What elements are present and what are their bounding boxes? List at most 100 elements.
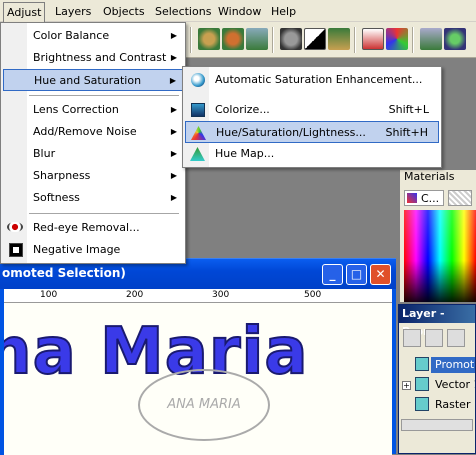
- menu-item-label: Lens Correction: [33, 103, 119, 116]
- toolbar: [180, 22, 476, 58]
- menu-item-hue-map[interactable]: Hue Map...: [185, 143, 439, 165]
- menu-item-hue-saturation-lightness[interactable]: Hue/Saturation/Lightness... Shift+H: [185, 121, 439, 143]
- menu-item-hue-saturation[interactable]: Hue and Saturation ▶: [3, 69, 183, 91]
- menu-item-sharpness[interactable]: Sharpness ▶: [3, 165, 183, 187]
- hue-map-icon: [190, 147, 205, 161]
- layer-row-vector[interactable]: Vector 1: [431, 377, 475, 393]
- histogram-icon[interactable]: [362, 28, 384, 50]
- menu-selections[interactable]: Selections: [152, 4, 214, 19]
- layers-scrollbar[interactable]: [401, 419, 473, 431]
- image-canvas[interactable]: na Maria ANA MARIA: [4, 303, 392, 455]
- menu-separator: [29, 213, 179, 214]
- layers-panel: Layer - Promo Promoted + Vector 1 Raster…: [398, 304, 476, 454]
- menu-item-label: Blur: [33, 147, 56, 160]
- menu-item-label: Red-eye Removal...: [33, 221, 140, 234]
- submenu-arrow-icon: ▶: [170, 193, 177, 202]
- menu-item-softness[interactable]: Softness ▶: [3, 187, 183, 209]
- submenu-arrow-icon: ▶: [169, 76, 176, 85]
- menu-item-label: Hue/Saturation/Lightness...: [216, 126, 366, 139]
- adjust-photo-icon[interactable]: [328, 28, 350, 50]
- watermark: ANA MARIA: [138, 369, 270, 441]
- materials-tab-label: C...: [421, 192, 440, 205]
- menu-item-red-eye-removal[interactable]: Red-eye Removal...: [3, 217, 183, 239]
- shortcut-label: Shift+L: [388, 103, 429, 116]
- toolbar-separator: [412, 27, 414, 53]
- art-text: na Maria: [4, 314, 309, 390]
- menu-item-label: Negative Image: [33, 243, 121, 256]
- ruler-tick: 100: [40, 290, 58, 300]
- materials-panel: Materials C...: [400, 170, 476, 302]
- menu-item-label: Color Balance: [33, 29, 110, 42]
- landscape-icon[interactable]: [246, 28, 268, 50]
- hue-icon[interactable]: [386, 28, 408, 50]
- new-layer-icon[interactable]: [403, 329, 421, 347]
- menu-item-blur[interactable]: Blur ▶: [3, 143, 183, 165]
- expand-icon[interactable]: +: [402, 381, 411, 390]
- menu-help[interactable]: Help: [268, 4, 299, 19]
- layer-group-icon[interactable]: [425, 329, 443, 347]
- colorize-icon: [191, 103, 205, 117]
- toolbar-separator: [190, 27, 192, 53]
- portrait-icon[interactable]: [198, 28, 220, 50]
- menu-item-label: Brightness and Contrast: [33, 51, 167, 64]
- menu-objects[interactable]: Objects: [100, 4, 148, 19]
- menu-item-colorize[interactable]: Colorize... Shift+L: [185, 99, 439, 121]
- menu-window[interactable]: Window: [215, 4, 264, 19]
- hue-saturation-submenu: Automatic Saturation Enhancement... Colo…: [182, 66, 442, 168]
- menu-item-label: Automatic Saturation Enhancement...: [215, 73, 423, 86]
- submenu-arrow-icon: ▶: [170, 105, 177, 114]
- eye-icon: [7, 222, 23, 232]
- adjust-menu: Color Balance ▶ Brightness and Contrast ▶ …: [0, 22, 186, 264]
- menu-item-label: Hue Map...: [215, 147, 275, 160]
- toolbar-separator: [272, 27, 274, 53]
- ruler-tick: 200: [126, 290, 144, 300]
- swatches-tab[interactable]: [448, 190, 472, 206]
- menu-item-label: Add/Remove Noise: [33, 125, 137, 138]
- horizontal-ruler: 100 200 300 500: [4, 289, 392, 303]
- materials-title: Materials: [400, 170, 476, 184]
- menu-item-color-balance[interactable]: Color Balance ▶: [3, 25, 183, 47]
- auto-saturation-icon: [191, 73, 205, 87]
- effect-icon[interactable]: [444, 28, 466, 50]
- menu-separator: [29, 95, 179, 96]
- layer-thumb-icon: [415, 377, 429, 391]
- menu-item-label: Hue and Saturation: [34, 74, 142, 87]
- menu-item-negative-image[interactable]: Negative Image: [3, 239, 183, 261]
- grayscale-icon[interactable]: [280, 28, 302, 50]
- image-window: omoted Selection) _ □ ✕ 100 200 300 500 …: [0, 258, 396, 455]
- menu-item-label: Softness: [33, 191, 80, 204]
- portrait-warm-icon[interactable]: [222, 28, 244, 50]
- contrast-icon[interactable]: [304, 28, 326, 50]
- submenu-arrow-icon: ▶: [170, 31, 177, 40]
- close-button[interactable]: ✕: [370, 264, 391, 285]
- menu-adjust[interactable]: Adjust: [3, 2, 46, 22]
- layer-thumb-icon: [415, 397, 429, 411]
- image-icon[interactable]: [420, 28, 442, 50]
- menu-bar: Adjust Layers Objects Selections Window …: [0, 0, 476, 22]
- layer-mask-icon[interactable]: [447, 329, 465, 347]
- menu-item-add-remove-noise[interactable]: Add/Remove Noise ▶: [3, 121, 183, 143]
- menu-item-auto-saturation[interactable]: Automatic Saturation Enhancement...: [185, 69, 439, 91]
- layers-title: Layer - Promo: [399, 305, 475, 338]
- submenu-arrow-icon: ▶: [170, 149, 177, 158]
- menu-item-brightness-contrast[interactable]: Brightness and Contrast ▶: [3, 47, 183, 69]
- menu-layers[interactable]: Layers: [52, 4, 94, 19]
- submenu-arrow-icon: ▶: [170, 127, 177, 136]
- color-spectrum[interactable]: [404, 210, 476, 302]
- submenu-arrow-icon: ▶: [170, 53, 177, 62]
- layer-row-promoted[interactable]: Promoted: [431, 357, 475, 373]
- minimize-button[interactable]: _: [322, 264, 343, 285]
- shortcut-label: Shift+H: [385, 126, 429, 139]
- maximize-button[interactable]: □: [346, 264, 367, 285]
- menu-item-label: Colorize...: [215, 103, 270, 116]
- negative-icon: [9, 243, 23, 257]
- hsl-icon: [191, 126, 206, 140]
- submenu-arrow-icon: ▶: [170, 171, 177, 180]
- palette-icon: [407, 193, 417, 203]
- menu-item-lens-correction[interactable]: Lens Correction ▶: [3, 99, 183, 121]
- layer-row-raster[interactable]: Raster 1: [431, 397, 475, 413]
- menu-item-label: Sharpness: [33, 169, 91, 182]
- ruler-tick: 300: [212, 290, 230, 300]
- layer-thumb-icon: [415, 357, 429, 371]
- ruler-tick: 500: [304, 290, 322, 300]
